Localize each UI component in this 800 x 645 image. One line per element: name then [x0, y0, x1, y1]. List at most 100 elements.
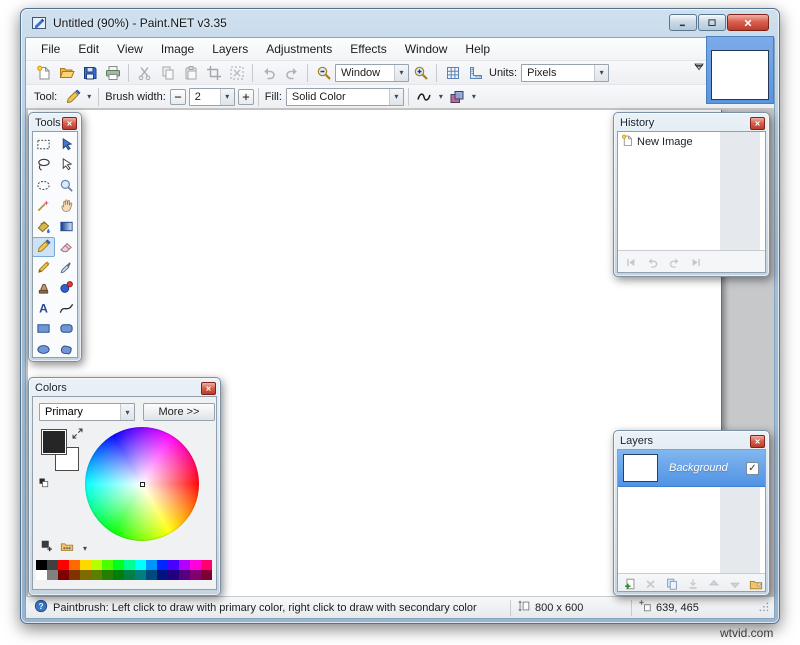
zoom-mode-combobox[interactable]: Window: [335, 64, 409, 82]
menu-view[interactable]: View: [108, 39, 152, 59]
tool-pencil[interactable]: [32, 257, 55, 278]
menu-file[interactable]: File: [32, 39, 69, 59]
palette-swatch[interactable]: [146, 560, 157, 570]
palette-swatch[interactable]: [113, 560, 124, 570]
palette-swatch[interactable]: [113, 570, 124, 580]
merge-layer-down-button[interactable]: [684, 576, 701, 593]
tool-recolor[interactable]: [55, 278, 78, 299]
palette-swatch[interactable]: [91, 560, 102, 570]
swap-colors-icon[interactable]: [71, 427, 84, 440]
redo-button[interactable]: [280, 62, 303, 83]
tool-clone-stamp[interactable]: [32, 278, 55, 299]
palette-swatch[interactable]: [102, 560, 113, 570]
tool-color-picker[interactable]: [55, 257, 78, 278]
chevron-down-icon[interactable]: [220, 89, 234, 105]
more-button[interactable]: More >>: [143, 403, 215, 421]
history-panel-close-button[interactable]: [750, 117, 765, 130]
maximize-button[interactable]: [698, 14, 726, 31]
menu-edit[interactable]: Edit: [69, 39, 108, 59]
move-layer-up-button[interactable]: [706, 576, 723, 593]
tool-rectangle[interactable]: [32, 319, 55, 340]
palette-swatch[interactable]: [69, 560, 80, 570]
colors-panel-close-button[interactable]: [201, 382, 216, 395]
rewind-button[interactable]: [622, 254, 638, 270]
tool-zoom-tool[interactable]: [55, 175, 78, 196]
palette-swatch[interactable]: [157, 570, 168, 580]
tool-text[interactable]: A: [32, 298, 55, 319]
menu-help[interactable]: Help: [456, 39, 499, 59]
tools-panel-close-button[interactable]: [62, 117, 77, 130]
minimize-button[interactable]: [669, 14, 697, 31]
current-tool-button[interactable]: [61, 86, 84, 107]
move-layer-down-button[interactable]: [727, 576, 744, 593]
palette-swatch[interactable]: [135, 560, 146, 570]
palette-swatch[interactable]: [47, 570, 58, 580]
image-list-dropdown-icon[interactable]: [692, 61, 708, 77]
palette-swatch[interactable]: [36, 570, 47, 580]
chevron-down-icon[interactable]: [394, 65, 408, 81]
colors-panel-titlebar[interactable]: Colors: [32, 380, 217, 396]
tool-line-curve[interactable]: [55, 298, 78, 319]
resize-grip[interactable]: [756, 599, 770, 616]
tool-gradient[interactable]: [55, 216, 78, 237]
undo-history-button[interactable]: [644, 254, 660, 270]
chevron-down-icon[interactable]: [120, 404, 134, 420]
palette-swatch[interactable]: [36, 560, 47, 570]
palette-swatch[interactable]: [47, 560, 58, 570]
fast-forward-button[interactable]: [688, 254, 704, 270]
layers-panel-close-button[interactable]: [750, 435, 765, 448]
tool-ellipse-select[interactable]: [32, 175, 55, 196]
menu-adjustments[interactable]: Adjustments: [257, 39, 341, 59]
tool-ellipse[interactable]: [32, 339, 55, 358]
close-button[interactable]: [727, 14, 769, 31]
tool-paintbrush[interactable]: [32, 237, 55, 258]
tool-paint-bucket[interactable]: [32, 216, 55, 237]
palette-swatch[interactable]: [201, 570, 212, 580]
layers-panel-titlebar[interactable]: Layers: [617, 433, 766, 449]
layer-row-background[interactable]: Background ✓: [618, 450, 765, 487]
delete-layer-button[interactable]: [642, 576, 659, 593]
chevron-down-icon[interactable]: [594, 65, 608, 81]
image-list-active-item[interactable]: [706, 36, 774, 104]
palette-swatch[interactable]: [80, 570, 91, 580]
paste-button[interactable]: [179, 62, 202, 83]
chevron-down-icon[interactable]: [84, 92, 94, 101]
palette-swatch[interactable]: [201, 560, 212, 570]
palette-swatch[interactable]: [190, 560, 201, 570]
tool-rounded-rect[interactable]: [55, 319, 78, 340]
deselect-button[interactable]: [225, 62, 248, 83]
antialiasing-button[interactable]: [413, 86, 436, 107]
tool-eraser[interactable]: [55, 237, 78, 258]
palette-swatch[interactable]: [157, 560, 168, 570]
history-item[interactable]: New Image: [618, 132, 765, 152]
brush-width-decrease-button[interactable]: [170, 89, 186, 105]
layer-properties-button[interactable]: [748, 576, 765, 593]
palette-swatch[interactable]: [146, 570, 157, 580]
zoom-in-button[interactable]: [409, 62, 432, 83]
tools-panel-titlebar[interactable]: Tools: [32, 115, 78, 131]
palette-swatch[interactable]: [69, 570, 80, 580]
palette-swatch[interactable]: [135, 570, 146, 580]
menu-effects[interactable]: Effects: [341, 39, 395, 59]
chevron-down-icon[interactable]: [469, 92, 479, 101]
palette-swatch[interactable]: [91, 570, 102, 580]
rulers-toggle-button[interactable]: [464, 62, 487, 83]
palette-swatch[interactable]: [80, 560, 91, 570]
color-wheel[interactable]: [85, 427, 199, 541]
add-to-palette-icon[interactable]: [40, 539, 54, 558]
print-button[interactable]: [101, 62, 124, 83]
tool-magic-wand[interactable]: [32, 196, 55, 217]
chevron-down-icon[interactable]: [389, 89, 403, 105]
new-button[interactable]: [32, 62, 55, 83]
undo-button[interactable]: [257, 62, 280, 83]
tool-rect-select[interactable]: [32, 134, 55, 155]
tool-move-selection[interactable]: [55, 155, 78, 176]
primary-color-swatch[interactable]: [41, 429, 67, 455]
add-new-layer-button[interactable]: [621, 576, 638, 593]
fill-style-combobox[interactable]: Solid Color: [286, 88, 404, 106]
crop-to-selection-button[interactable]: [202, 62, 225, 83]
palette-swatch[interactable]: [179, 570, 190, 580]
chevron-down-icon[interactable]: [436, 92, 446, 101]
palette-swatch[interactable]: [102, 570, 113, 580]
tool-lasso[interactable]: [32, 155, 55, 176]
